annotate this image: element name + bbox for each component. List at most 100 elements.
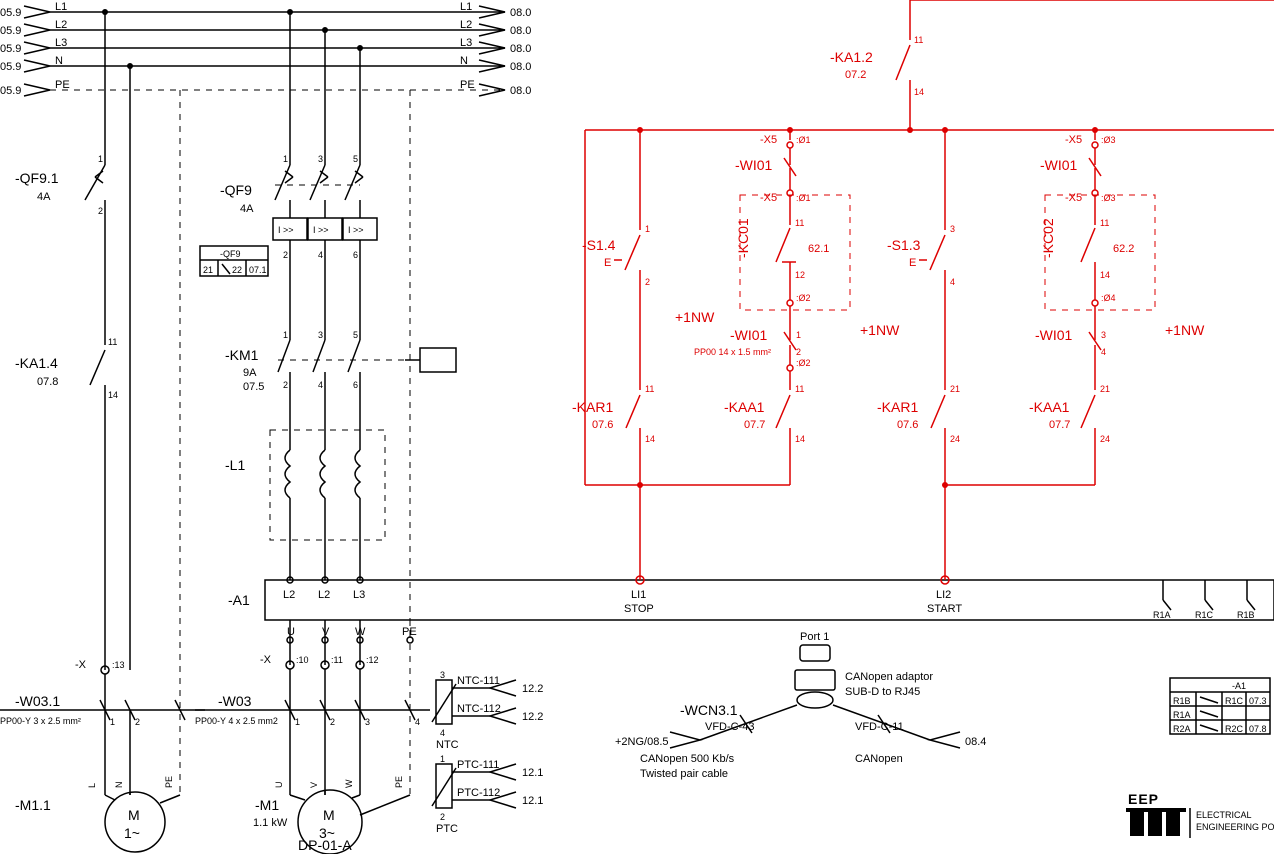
svg-text:PTC-112: PTC-112: [457, 787, 500, 799]
bus-lines: 05.9 05.9 05.9 05.9 05.9 L1 L2 L3 N PE L…: [0, 1, 531, 97]
svg-text:1: 1: [283, 154, 288, 164]
svg-text:V: V: [322, 626, 330, 638]
svg-text:12.2: 12.2: [522, 711, 543, 723]
svg-text:-WI01: -WI01: [735, 157, 773, 173]
svg-text:VFD-C-43: VFD-C-43: [705, 721, 755, 733]
svg-text:I >>: I >>: [348, 225, 364, 235]
svg-text:12.2: 12.2: [522, 683, 543, 695]
svg-text:W: W: [344, 779, 354, 788]
svg-text:U: U: [274, 782, 284, 789]
svg-text:-X5: -X5: [1065, 134, 1082, 146]
svg-text::Ø4: :Ø4: [1101, 293, 1116, 303]
svg-text:V: V: [309, 782, 319, 788]
svg-text:4: 4: [415, 717, 420, 727]
bus-name-l3: N: [55, 55, 63, 67]
bus-name-r1: L2: [460, 19, 472, 31]
left-branch: 1 2 -QF9.1 4A 11 14 -KA1.4 07.8 -X :13 -…: [0, 12, 205, 852]
svg-text:3: 3: [1101, 330, 1106, 340]
svg-text:-WI01: -WI01: [1040, 157, 1078, 173]
itrip-icon: I >>: [278, 225, 294, 235]
svg-text:-KA1.4: -KA1.4: [15, 355, 58, 371]
svg-text::11: :11: [331, 655, 343, 665]
svg-text:-KAR1: -KAR1: [572, 399, 613, 415]
svg-text:14: 14: [795, 434, 805, 444]
svg-text:R1C: R1C: [1195, 610, 1214, 620]
bus-name-r2: L3: [460, 37, 472, 49]
svg-text:12: 12: [795, 270, 805, 280]
svg-text:M: M: [323, 807, 335, 823]
svg-text:CANopen: CANopen: [855, 753, 903, 765]
svg-text:3: 3: [365, 717, 370, 727]
svg-text:PP00-Y 4 x 2.5 mm2: PP00-Y 4 x 2.5 mm2: [195, 716, 278, 726]
svg-text:1: 1: [295, 717, 300, 727]
svg-text:62.2: 62.2: [1113, 243, 1134, 255]
li2-label: LI2: [936, 589, 951, 601]
svg-text:+2NG/08.5: +2NG/08.5: [615, 736, 669, 748]
logo: EEP ELECTRICAL ENGINEERING PORTAL: [1126, 791, 1274, 838]
svg-text:-QF9: -QF9: [220, 182, 252, 198]
svg-text:14: 14: [1100, 270, 1110, 280]
term-x13: -X :13: [75, 659, 125, 710]
bus-ref-r1: 08.0: [510, 25, 531, 37]
ntc-block: 3 4 NTC-111 NTC-112 12.2 12.2 NTC: [432, 670, 543, 751]
svg-text:12.1: 12.1: [522, 767, 543, 779]
svg-text:-X: -X: [75, 659, 87, 671]
bus-name-l0: L1: [55, 1, 67, 13]
svg-text:4A: 4A: [37, 191, 51, 203]
svg-text:EEP: EEP: [1128, 791, 1159, 807]
svg-text:Twisted pair cable: Twisted pair cable: [640, 768, 728, 780]
svg-text:2: 2: [283, 250, 288, 260]
ka12-tag: -KA1.2: [830, 49, 873, 65]
svg-text::10: :10: [296, 655, 309, 665]
svg-text:-L1: -L1: [225, 457, 245, 473]
svg-text:9A: 9A: [243, 367, 257, 379]
svg-text:NTC-111: NTC-111: [457, 675, 500, 687]
svg-text:1.1 kW: 1.1 kW: [253, 817, 288, 829]
bus-ref-left-4: 05.9: [0, 85, 21, 97]
svg-text:1: 1: [645, 224, 650, 234]
svg-text:1~: 1~: [124, 825, 140, 841]
svg-text:24: 24: [1100, 434, 1110, 444]
svg-text:07.8: 07.8: [37, 376, 58, 388]
svg-text:07.6: 07.6: [897, 419, 918, 431]
svg-text:-WI01: -WI01: [730, 327, 768, 343]
svg-text:STOP: STOP: [624, 603, 654, 615]
svg-text:2: 2: [440, 812, 445, 822]
svg-text:5: 5: [353, 154, 358, 164]
svg-text:R1A: R1A: [1153, 610, 1171, 620]
svg-text:12.1: 12.1: [522, 795, 543, 807]
svg-text:07.8: 07.8: [1249, 724, 1267, 734]
svg-text:07.7: 07.7: [1049, 419, 1070, 431]
svg-text:3: 3: [950, 224, 955, 234]
a1-table: -A1 R1B R1C 07.3 R1A R2A R2C 07.8: [1170, 678, 1270, 734]
svg-text:R1B: R1B: [1173, 696, 1191, 706]
branch-b: 3 4 -S1.3 E 21 24 -KAR1 07.6: [877, 224, 960, 580]
svg-text:PP00 14 x 1.5 mm²: PP00 14 x 1.5 mm²: [694, 347, 771, 357]
svg-text:2: 2: [283, 380, 288, 390]
m1: U V W PE M 3~ -M1 1.1 kW DP-01-A: [253, 776, 410, 854]
m11: L N PE M 1~ -M1.1: [15, 776, 180, 852]
svg-text:21: 21: [1100, 384, 1110, 394]
svg-text:I >>: I >>: [313, 225, 329, 235]
svg-text:21: 21: [203, 265, 213, 275]
svg-text:07.7: 07.7: [744, 419, 765, 431]
bus-name-r0: L1: [460, 1, 472, 13]
svg-text:PTC: PTC: [436, 823, 458, 835]
comm: Port 1 CANopen adaptor SUB-D to RJ45 -WC…: [615, 631, 986, 780]
svg-text:L2: L2: [283, 589, 295, 601]
svg-text:+1NW: +1NW: [860, 322, 900, 338]
svg-text:+1NW: +1NW: [675, 309, 715, 325]
svg-text:L3: L3: [353, 589, 365, 601]
port-label: Port 1: [800, 631, 829, 643]
svg-text:3: 3: [440, 670, 445, 680]
bus-ref-r4: 08.0: [510, 85, 531, 97]
qf91: 1 2 -QF9.1 4A: [15, 154, 105, 345]
svg-text:4: 4: [318, 380, 323, 390]
svg-text:R1B: R1B: [1237, 610, 1255, 620]
svg-text::Ø3: :Ø3: [1101, 135, 1116, 145]
svg-text:11: 11: [914, 35, 923, 45]
svg-text:22: 22: [232, 265, 242, 275]
bus-ref-left-1: 05.9: [0, 25, 21, 37]
svg-text:CANopen adaptor: CANopen adaptor: [845, 671, 933, 683]
svg-text:PTC-111: PTC-111: [457, 759, 499, 771]
